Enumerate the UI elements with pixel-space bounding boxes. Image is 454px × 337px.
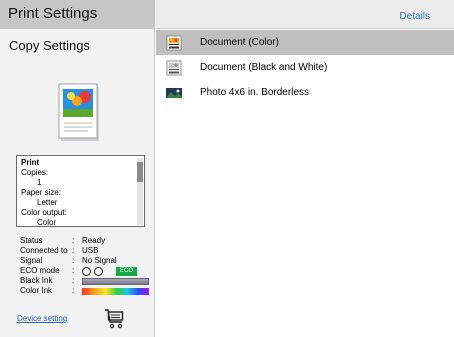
- photo-icon: [166, 87, 182, 98]
- status-panel: Status : Ready Connected to : USB Signal…: [20, 236, 149, 296]
- status-value: Ready: [82, 236, 106, 245]
- copies-label: Copies:: [21, 168, 49, 177]
- black-ink-level-bar: [82, 277, 149, 285]
- print-summary-scrollbar[interactable]: [137, 158, 143, 225]
- scrollbar-thumb[interactable]: [137, 162, 143, 182]
- black-ink-label: Black Ink: [20, 276, 53, 285]
- copies-value: 1: [37, 178, 42, 187]
- details-link[interactable]: Details: [399, 11, 430, 22]
- connected-value: USB: [82, 246, 99, 255]
- preset-document-color[interactable]: Document (Color): [156, 30, 454, 55]
- preset-label: Document (Black and White): [200, 62, 328, 73]
- document-color-icon: [166, 35, 182, 50]
- paper-size-label: Paper size:: [21, 188, 62, 197]
- document-bw-icon: [166, 60, 182, 75]
- print-summary-box[interactable]: Print Copies: 1 Paper size: Letter Color…: [16, 155, 145, 227]
- header-bar: Print Settings Details: [0, 0, 454, 29]
- color-output-value: Color: [37, 218, 57, 227]
- color-ink-label: Color Ink: [20, 286, 53, 295]
- preset-photo-borderless[interactable]: Photo 4x6 in. Borderless: [156, 80, 454, 105]
- device-setting-link[interactable]: Device setting: [17, 314, 67, 323]
- connected-label: Connected to: [20, 246, 68, 255]
- preset-label: Document (Color): [200, 37, 279, 48]
- paper-size-value: Letter: [37, 198, 58, 207]
- eco-off-indicator-icon: [94, 266, 103, 276]
- document-preview-icon: [58, 83, 99, 141]
- print-summary-title: Print: [21, 158, 40, 167]
- eco-off-indicator-icon: [82, 266, 91, 276]
- shopping-cart-icon[interactable]: [103, 307, 127, 331]
- color-output-label: Color output:: [21, 208, 67, 217]
- status-label: Status: [20, 236, 43, 245]
- signal-value: No Signal: [82, 256, 117, 265]
- signal-label: Signal: [20, 256, 43, 265]
- preset-list: Document (Color) Document (Black and Whi…: [156, 30, 454, 105]
- preset-label: Photo 4x6 in. Borderless: [200, 87, 309, 98]
- section-title: Copy Settings: [9, 38, 90, 53]
- eco-badge: ECO: [116, 266, 138, 276]
- color-ink-level-bar: [82, 287, 149, 295]
- preset-document-bw[interactable]: Document (Black and White): [156, 55, 454, 80]
- panel-title: Print Settings: [0, 0, 155, 29]
- eco-mode-label: ECO mode: [20, 266, 60, 275]
